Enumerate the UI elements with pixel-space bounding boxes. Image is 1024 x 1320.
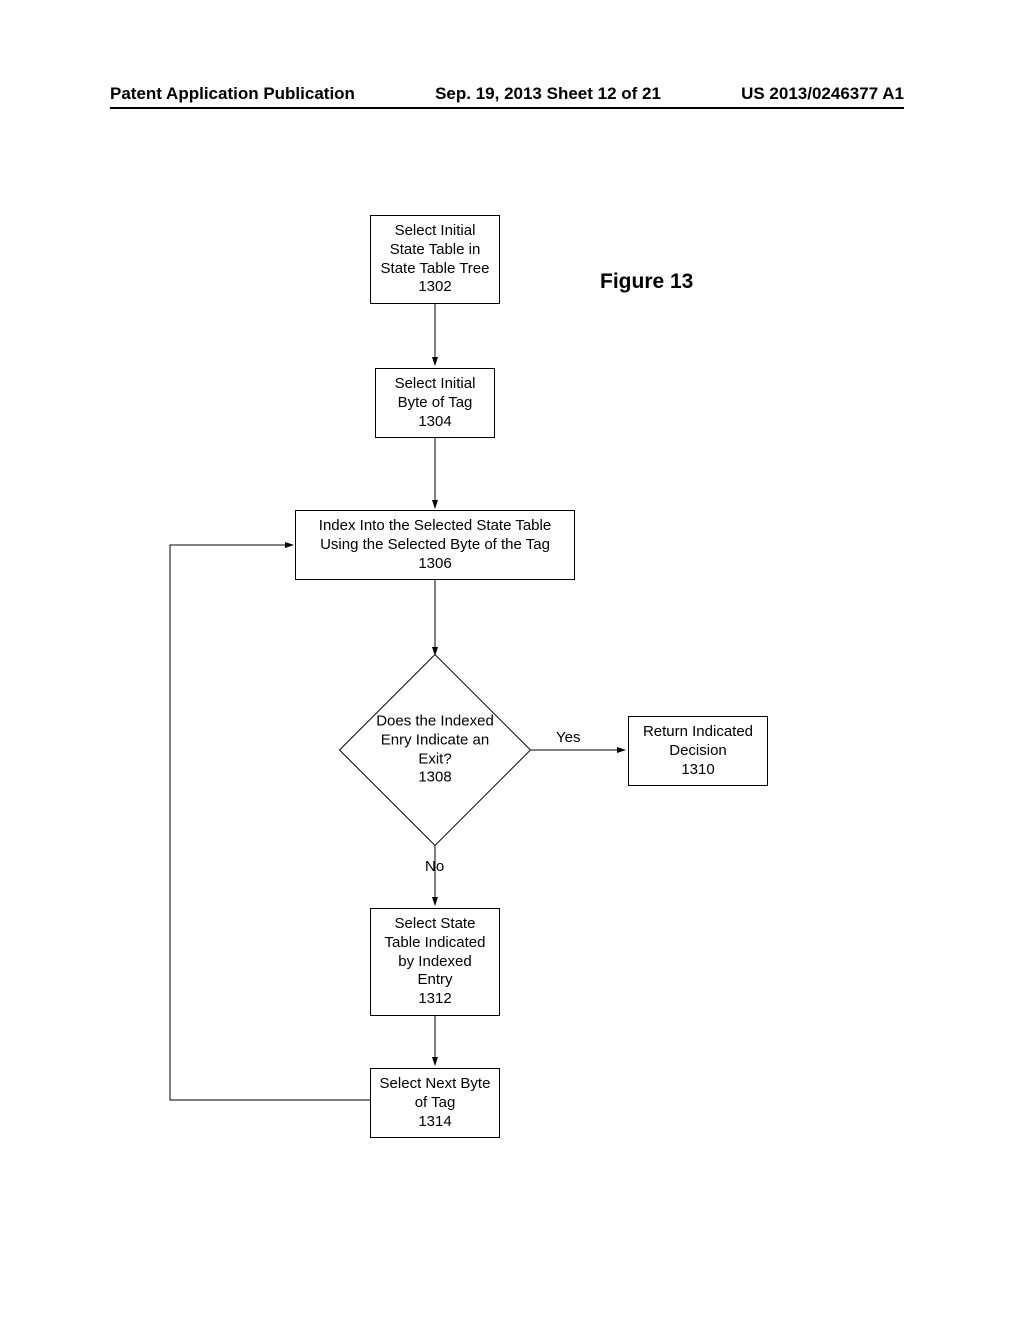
node-1310-return-decision: Return Indicated Decision1310 [628,716,768,786]
node-1314-select-next-byte: Select Next Byte of Tag1314 [370,1068,500,1138]
node-1304-select-initial-byte: Select Initial Byte of Tag1304 [375,368,495,438]
decision-1308-label: Does the Indexed Enry Indicate an Exit?1… [365,713,505,788]
page: Patent Application Publication Sep. 19, … [0,0,1024,1320]
edge-label-yes: Yes [556,729,580,746]
node-1302-select-initial-state-table: Select Initial State Table in State Tabl… [370,215,500,304]
node-1312-select-state-table: Select State Table Indicated by Indexed … [370,908,500,1016]
decision-1308-indexed-entry-exit: Does the Indexed Enry Indicate an Exit?1… [340,655,530,845]
edge-label-no: No [425,858,444,875]
node-1306-index-into-state-table: Index Into the Selected State Table Usin… [295,510,575,580]
